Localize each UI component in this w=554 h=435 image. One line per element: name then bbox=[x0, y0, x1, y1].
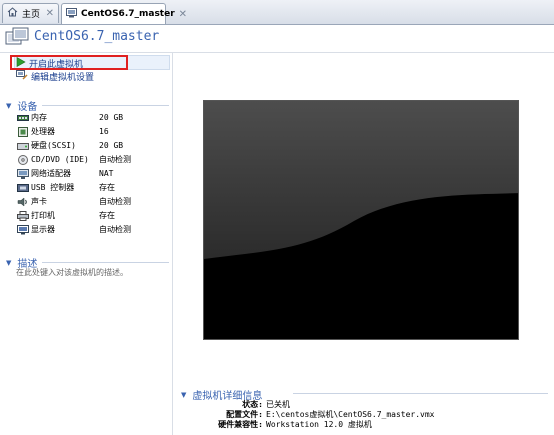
home-icon bbox=[7, 7, 18, 20]
device-value: 自动检测 bbox=[99, 225, 131, 234]
vm-large-icon bbox=[5, 27, 29, 52]
section-divider bbox=[42, 105, 169, 106]
usb-icon bbox=[17, 183, 29, 193]
cd-dvd-icon bbox=[17, 154, 29, 165]
settings-icon bbox=[16, 69, 28, 83]
left-panel: 开启此虚拟机 编辑虚拟机设置 ▼ 设备 内存 20 GB 处理器 16 硬盘(S… bbox=[0, 53, 173, 435]
collapse-triangle-icon: ▼ bbox=[6, 258, 12, 267]
monitor-icon bbox=[17, 224, 29, 235]
detail-value: Workstation 12.0 虚拟机 bbox=[266, 420, 372, 429]
detail-row-hardware-compat: 硬件兼容性: Workstation 12.0 虚拟机 bbox=[173, 419, 554, 430]
device-row-cpu[interactable]: 处理器 16 bbox=[17, 125, 111, 138]
vm-icon bbox=[66, 7, 77, 21]
vm-screen-thumbnail[interactable] bbox=[203, 100, 519, 340]
title-row: CentOS6.7_master bbox=[0, 24, 554, 53]
edit-vm-settings-button[interactable]: 编辑虚拟机设置 bbox=[16, 69, 95, 83]
detail-key: 硬件兼容性: bbox=[218, 420, 263, 429]
close-icon[interactable]: ✕ bbox=[179, 9, 187, 20]
tab-bar: 主页 ✕ CentOS6.7_master ✕ bbox=[0, 0, 554, 25]
device-row-monitor[interactable]: 显示器 自动检测 bbox=[17, 223, 131, 236]
tab-vm-label: CentOS6.7_master bbox=[81, 9, 175, 19]
tab-home-label: 主页 bbox=[22, 10, 41, 20]
start-vm-button[interactable]: 开启此虚拟机 bbox=[16, 56, 84, 70]
harddisk-icon bbox=[17, 141, 29, 151]
close-icon[interactable]: ✕ bbox=[46, 8, 54, 19]
tab-home[interactable]: 主页 ✕ bbox=[2, 3, 59, 23]
description-input[interactable]: 在此处键入对该虚拟机的描述。 bbox=[16, 267, 128, 278]
device-value: 20 GB bbox=[99, 113, 124, 122]
section-divider bbox=[293, 393, 548, 394]
device-row-usb[interactable]: USB 控制器 存在 bbox=[17, 181, 115, 194]
device-row-cd-dvd[interactable]: CD/DVD (IDE) 自动检测 bbox=[17, 153, 131, 166]
start-vm-label: 开启此虚拟机 bbox=[29, 59, 84, 70]
printer-icon bbox=[17, 210, 29, 221]
device-value: 20 GB bbox=[99, 141, 124, 150]
device-row-memory[interactable]: 内存 20 GB bbox=[17, 111, 123, 124]
edit-vm-label: 编辑虚拟机设置 bbox=[31, 72, 95, 83]
page-title: CentOS6.7_master bbox=[34, 29, 160, 44]
cpu-icon bbox=[17, 126, 29, 137]
collapse-triangle-icon: ▼ bbox=[6, 101, 12, 110]
sound-icon bbox=[17, 196, 29, 207]
device-row-printer[interactable]: 打印机 存在 bbox=[17, 209, 115, 222]
device-value: NAT bbox=[99, 169, 114, 178]
device-row-network[interactable]: 网络适配器 NAT bbox=[17, 167, 114, 180]
device-row-harddisk[interactable]: 硬盘(SCSI) 20 GB bbox=[17, 139, 123, 152]
device-value: 自动检测 bbox=[99, 155, 131, 164]
section-divider bbox=[42, 262, 169, 263]
device-value: 存在 bbox=[99, 211, 115, 220]
device-value: 存在 bbox=[99, 183, 115, 192]
network-icon bbox=[17, 168, 29, 179]
play-icon bbox=[16, 56, 26, 70]
device-row-sound[interactable]: 声卡 自动检测 bbox=[17, 195, 131, 208]
tab-vm[interactable]: CentOS6.7_master ✕ bbox=[61, 3, 187, 24]
collapse-triangle-icon: ▼ bbox=[181, 390, 187, 399]
device-value: 16 bbox=[99, 127, 109, 136]
right-panel: ▼ 虚拟机详细信息 状态: 已关机 配置文件: E:\centos虚拟机\Cen… bbox=[173, 53, 554, 435]
device-value: 自动检测 bbox=[99, 197, 131, 206]
memory-icon bbox=[17, 113, 29, 123]
